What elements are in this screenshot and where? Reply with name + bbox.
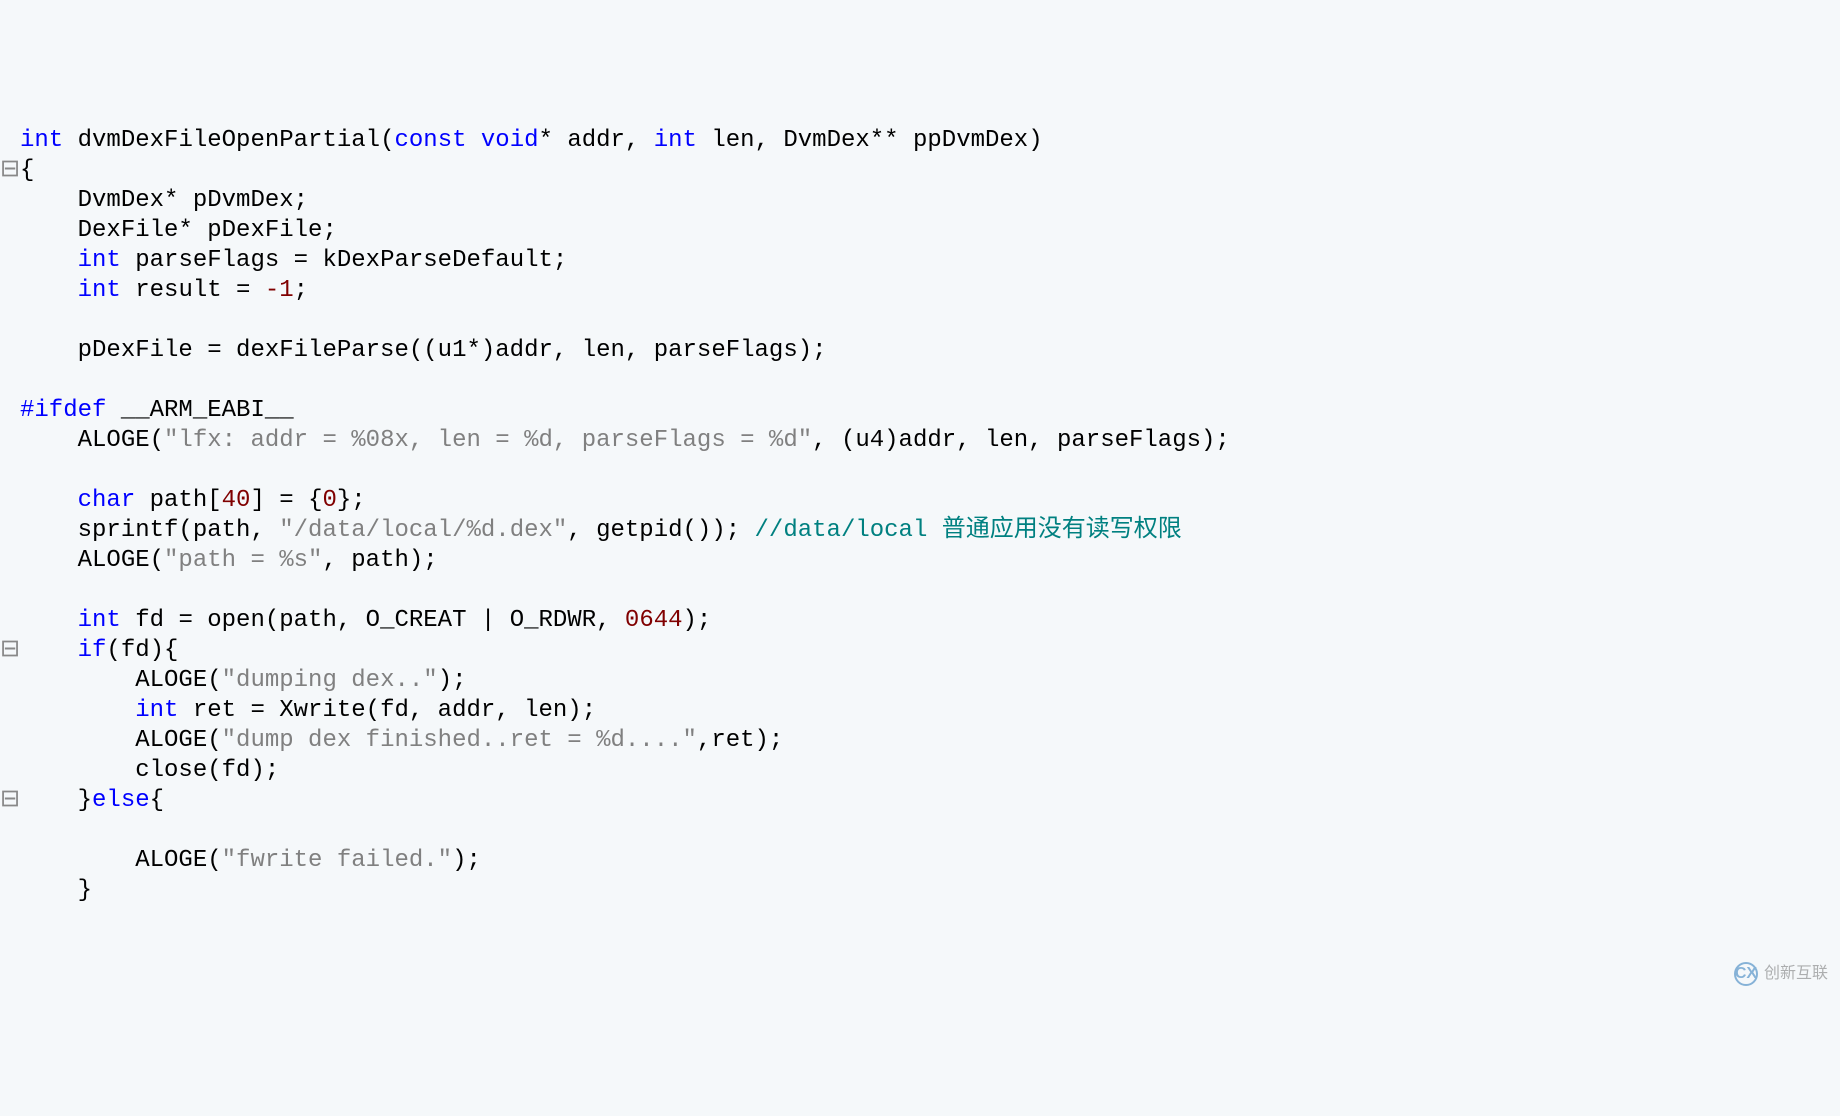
code-line bbox=[20, 816, 1840, 846]
token-str: "dumping dex.." bbox=[222, 667, 438, 694]
token-ident: ); bbox=[452, 847, 481, 874]
code-line: ⊟ }else{ bbox=[20, 786, 1840, 816]
token-str: "lfx: addr = %08x, len = %d, parseFlags … bbox=[164, 427, 812, 454]
token-kw: int bbox=[78, 247, 121, 274]
token-kw: if bbox=[78, 637, 107, 664]
token-kw: int bbox=[654, 127, 697, 154]
token-ident bbox=[20, 487, 78, 514]
token-ident: { bbox=[150, 787, 164, 814]
code-line: close(fd); bbox=[20, 756, 1840, 786]
token-ident: ); bbox=[438, 667, 467, 694]
token-kw: int bbox=[78, 277, 121, 304]
token-ident bbox=[20, 637, 78, 664]
token-ident: ALOGE( bbox=[20, 427, 164, 454]
token-punct: { bbox=[20, 157, 34, 184]
token-ident: } bbox=[20, 787, 92, 814]
token-punct: * addr, bbox=[539, 127, 654, 154]
code-line: sprintf(path, "/data/local/%d.dex", getp… bbox=[20, 516, 1840, 546]
token-kw: char bbox=[78, 487, 136, 514]
fold-gutter[interactable]: ⊟ bbox=[0, 786, 20, 816]
code-line: int result = -1; bbox=[20, 276, 1840, 306]
token-ident: }; bbox=[337, 487, 366, 514]
code-block: int dvmDexFileOpenPartial(const void* ad… bbox=[0, 126, 1840, 906]
token-ident bbox=[467, 127, 481, 154]
code-line: int parseFlags = kDexParseDefault; bbox=[20, 246, 1840, 276]
token-kw: int bbox=[78, 607, 121, 634]
token-ident: ALOGE( bbox=[20, 667, 222, 694]
token-str: "dump dex finished..ret = %d...." bbox=[222, 727, 697, 754]
code-line bbox=[20, 306, 1840, 336]
token-kw: int bbox=[135, 697, 178, 724]
token-ident: len, DvmDex** ppDvmDex bbox=[697, 127, 1028, 154]
code-line: DvmDex* pDvmDex; bbox=[20, 186, 1840, 216]
code-line: } bbox=[20, 876, 1840, 906]
token-ident: result = bbox=[121, 277, 265, 304]
token-ident bbox=[20, 607, 78, 634]
code-line bbox=[20, 456, 1840, 486]
token-ident: ] = { bbox=[250, 487, 322, 514]
token-ident: } bbox=[20, 877, 92, 904]
fold-gutter[interactable]: ⊟ bbox=[0, 636, 20, 666]
token-punct: ) bbox=[1028, 127, 1042, 154]
code-line: ALOGE("lfx: addr = %08x, len = %d, parse… bbox=[20, 426, 1840, 456]
code-line: int dvmDexFileOpenPartial(const void* ad… bbox=[20, 126, 1840, 156]
code-line bbox=[20, 366, 1840, 396]
code-line: ALOGE("fwrite failed."); bbox=[20, 846, 1840, 876]
token-preproc: #ifdef bbox=[20, 397, 106, 424]
token-ident: ret = Xwrite(fd, addr, len); bbox=[178, 697, 596, 724]
token-punct: ( bbox=[380, 127, 394, 154]
token-str: "fwrite failed." bbox=[222, 847, 452, 874]
token-ident: pDexFile = dexFileParse((u1*)addr, len, … bbox=[20, 337, 827, 364]
token-ident: close(fd); bbox=[20, 757, 279, 784]
token-kw: const bbox=[394, 127, 466, 154]
token-num: 0 bbox=[322, 487, 336, 514]
code-line: ⊟{ bbox=[20, 156, 1840, 186]
token-ident: ALOGE( bbox=[20, 727, 222, 754]
token-ident: sprintf(path, bbox=[20, 517, 279, 544]
token-kw: int bbox=[20, 127, 63, 154]
code-line: ALOGE("path = %s", path); bbox=[20, 546, 1840, 576]
token-ident: DexFile* pDexFile; bbox=[20, 217, 337, 244]
token-ident: path[ bbox=[135, 487, 221, 514]
token-ident bbox=[20, 697, 135, 724]
token-ident: , path); bbox=[322, 547, 437, 574]
code-line: DexFile* pDexFile; bbox=[20, 216, 1840, 246]
code-line: pDexFile = dexFileParse((u1*)addr, len, … bbox=[20, 336, 1840, 366]
token-str: "path = %s" bbox=[164, 547, 322, 574]
token-ident: ALOGE( bbox=[20, 547, 164, 574]
token-ident: DvmDex* pDvmDex; bbox=[20, 187, 308, 214]
code-line: ⊟ if(fd){ bbox=[20, 636, 1840, 666]
token-ident: dvmDexFileOpenPartial bbox=[63, 127, 380, 154]
code-line: int ret = Xwrite(fd, addr, len); bbox=[20, 696, 1840, 726]
token-num: 40 bbox=[222, 487, 251, 514]
token-punct: ; bbox=[294, 277, 308, 304]
token-ident: parseFlags = kDexParseDefault; bbox=[121, 247, 567, 274]
token-num: 0644 bbox=[625, 607, 683, 634]
code-line: #ifdef __ARM_EABI__ bbox=[20, 396, 1840, 426]
token-ident: __ARM_EABI__ bbox=[106, 397, 293, 424]
fold-gutter[interactable]: ⊟ bbox=[0, 156, 20, 186]
code-line: int fd = open(path, O_CREAT | O_RDWR, 06… bbox=[20, 606, 1840, 636]
token-ident: , (u4)addr, len, parseFlags); bbox=[812, 427, 1230, 454]
token-ident: ,ret); bbox=[697, 727, 783, 754]
token-ident: ALOGE( bbox=[20, 847, 222, 874]
token-ident: (fd){ bbox=[106, 637, 178, 664]
token-kw: else bbox=[92, 787, 150, 814]
watermark-text: 创新互联 bbox=[1764, 964, 1828, 984]
token-ident bbox=[20, 277, 78, 304]
token-ident bbox=[20, 247, 78, 274]
code-line: char path[40] = {0}; bbox=[20, 486, 1840, 516]
token-ident: fd = open(path, O_CREAT | O_RDWR, bbox=[121, 607, 625, 634]
watermark-icon: CX bbox=[1734, 962, 1758, 986]
code-line bbox=[20, 576, 1840, 606]
token-ident: , getpid()); bbox=[567, 517, 754, 544]
code-line: ALOGE("dump dex finished..ret = %d....",… bbox=[20, 726, 1840, 756]
token-kw: void bbox=[481, 127, 539, 154]
code-line: ALOGE("dumping dex.."); bbox=[20, 666, 1840, 696]
token-ident: ); bbox=[683, 607, 712, 634]
token-num: -1 bbox=[265, 277, 294, 304]
token-str: "/data/local/%d.dex" bbox=[279, 517, 567, 544]
watermark: CX 创新互联 bbox=[1734, 962, 1828, 986]
token-comment: //data/local 普通应用没有读写权限 bbox=[755, 517, 1182, 544]
